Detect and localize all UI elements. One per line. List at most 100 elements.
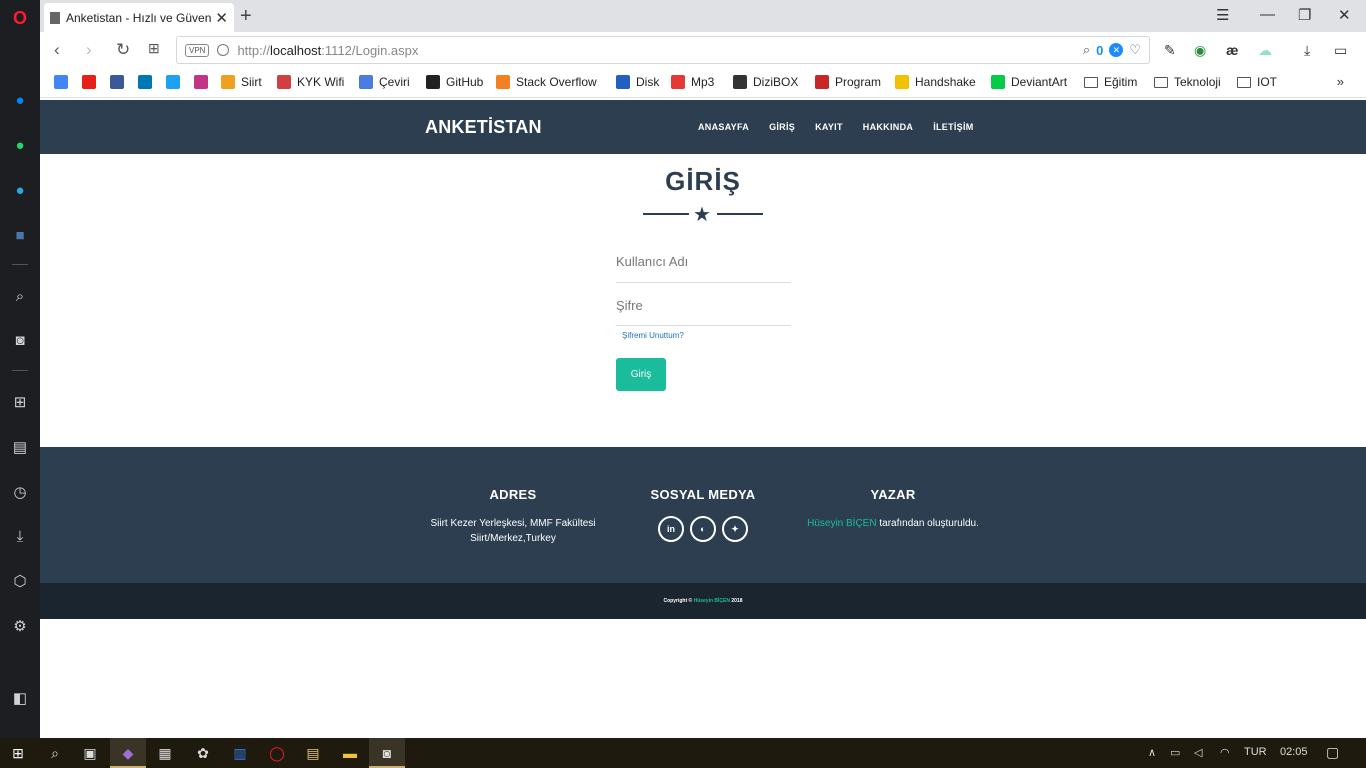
github-icon[interactable]: ◐: [690, 516, 716, 542]
url-prefix: http://: [237, 42, 270, 58]
login-button[interactable]: Giriş: [616, 358, 666, 391]
username-input[interactable]: [616, 250, 791, 273]
language-indicator[interactable]: TUR: [1244, 746, 1267, 758]
bookmark-favicon-icon: [194, 75, 208, 89]
author-link[interactable]: Hüseyin BİÇEN: [807, 518, 876, 529]
tab-title: Anketistan - Hızlı ve Güvenli Anket: [66, 10, 212, 25]
sidebar-toggle-icon[interactable]: ◧: [10, 688, 30, 708]
vk-icon[interactable]: ■: [10, 225, 30, 245]
photos-icon[interactable]: ◙: [378, 744, 396, 762]
bookmark-item[interactable]: Disk: [616, 75, 659, 89]
bookmark-heart-icon[interactable]: ♡: [1129, 42, 1141, 58]
bookmark-folder[interactable]: Eğitim: [1084, 75, 1137, 89]
trello-icon[interactable]: ▥: [231, 744, 249, 762]
store-icon[interactable]: ▦: [156, 744, 174, 762]
messenger-icon[interactable]: ●: [10, 90, 30, 110]
app-icon[interactable]: ✿: [194, 744, 212, 762]
nav-anasayfa[interactable]: ANASAYFA: [698, 122, 749, 132]
tab-active[interactable]: Anketistan - Hızlı ve Güvenli Anket ✕: [44, 3, 234, 32]
volume-icon[interactable]: ◁: [1194, 746, 1202, 759]
close-window-button[interactable]: ✕: [1338, 6, 1351, 24]
bookmark-item[interactable]: [82, 75, 102, 89]
bookmark-item[interactable]: [54, 75, 74, 89]
tab-menu-icon[interactable]: ☰: [1216, 6, 1229, 24]
bookmark-favicon-icon: [895, 75, 909, 89]
nav-iletisim[interactable]: İLETİŞİM: [933, 122, 973, 132]
bookmark-item[interactable]: GitHub: [426, 75, 483, 89]
notifications-icon[interactable]: ▢: [1326, 744, 1339, 761]
clock[interactable]: 02:05: [1280, 746, 1308, 758]
search-icon[interactable]: ⌕: [10, 286, 30, 306]
back-button[interactable]: ‹: [54, 40, 60, 60]
whatsapp-icon[interactable]: ●: [10, 135, 30, 155]
bookmark-item[interactable]: Handshake: [895, 75, 976, 89]
settings-gear-icon[interactable]: ⚙: [10, 616, 30, 636]
folder-label: IOT: [1257, 75, 1277, 89]
snapshot-icon[interactable]: ✎: [1164, 42, 1176, 59]
opera-logo-icon[interactable]: O: [10, 8, 30, 28]
tray-chevron-icon[interactable]: ∧: [1148, 746, 1156, 759]
social-title: SOSYAL MEDYA: [650, 487, 756, 502]
bookmark-item[interactable]: Program: [815, 75, 881, 89]
bookmark-item[interactable]: Çeviri: [359, 75, 410, 89]
address-bar[interactable]: VPN http://localhost:1112/Login.aspx ⌕ 0…: [176, 36, 1150, 64]
adblock-icon[interactable]: ✕: [1109, 43, 1124, 57]
history-icon[interactable]: ◷: [10, 482, 30, 502]
new-tab-button[interactable]: +: [240, 5, 252, 28]
bookmarks-more-icon[interactable]: »: [1337, 74, 1344, 89]
adblock-count[interactable]: 0: [1096, 43, 1103, 58]
copyright-bar: Copyright © Hüseyin BİÇEN 2018: [40, 583, 1366, 619]
visual-studio-icon[interactable]: ◆: [119, 744, 137, 762]
site-brand[interactable]: ANKETİSTAN: [425, 117, 542, 138]
nav-hakkinda[interactable]: HAKKINDA: [863, 122, 913, 132]
cloud-icon[interactable]: ☁: [1258, 42, 1272, 59]
bookmark-favicon-icon: [733, 75, 747, 89]
bookmark-folder[interactable]: IOT: [1237, 75, 1277, 89]
speed-dial-button[interactable]: ⊞: [148, 40, 160, 57]
wifi-icon[interactable]: ◠: [1220, 746, 1230, 759]
bookmark-item[interactable]: [194, 75, 214, 89]
camera-icon[interactable]: ◙: [10, 330, 30, 350]
opera-taskbar-icon[interactable]: ◯: [268, 744, 286, 762]
start-windows-icon[interactable]: ⊞: [9, 744, 27, 762]
earth-icon[interactable]: ◉: [1194, 42, 1206, 59]
linkedin-icon[interactable]: in: [658, 516, 684, 542]
twitter-icon[interactable]: ✦: [722, 516, 748, 542]
task-view-icon[interactable]: ▣: [81, 744, 99, 762]
speed-dial-icon[interactable]: ⊞: [10, 392, 30, 412]
notepad-icon[interactable]: ▤: [304, 744, 322, 762]
bookmark-item[interactable]: Stack Overflow: [496, 75, 597, 89]
bookmark-item[interactable]: Mp3: [671, 75, 714, 89]
bookmark-item[interactable]: [138, 75, 158, 89]
nav-giris[interactable]: GİRİŞ: [769, 122, 795, 132]
bookmark-item[interactable]: DiziBOX: [733, 75, 798, 89]
search-icon[interactable]: ⌕: [46, 744, 64, 762]
bookmark-item[interactable]: Siirt: [221, 75, 262, 89]
file-explorer-icon[interactable]: ▬: [341, 744, 359, 762]
battery-tray-icon[interactable]: ▭: [1170, 746, 1180, 759]
bookmark-favicon-icon: [221, 75, 235, 89]
maximize-button[interactable]: ❐: [1298, 6, 1311, 24]
extensions-icon[interactable]: ⬡: [10, 571, 30, 591]
bookmark-item[interactable]: DeviantArt: [991, 75, 1067, 89]
ae-icon[interactable]: æ: [1226, 42, 1238, 58]
vpn-badge[interactable]: VPN: [185, 43, 210, 57]
bookmark-item[interactable]: [110, 75, 130, 89]
search-icon[interactable]: ⌕: [1083, 42, 1090, 58]
nav-kayit[interactable]: KAYIT: [815, 122, 843, 132]
minimize-button[interactable]: —: [1260, 6, 1275, 23]
battery-icon[interactable]: ▭: [1334, 42, 1347, 59]
telegram-icon[interactable]: ●: [10, 180, 30, 200]
password-input[interactable]: [616, 294, 791, 317]
bookmark-folder[interactable]: Teknoloji: [1154, 75, 1221, 89]
news-icon[interactable]: ▤: [10, 437, 30, 457]
downloads-icon[interactable]: ⤓: [10, 526, 30, 546]
forgot-password-link[interactable]: Şifremi Unuttum?: [622, 331, 684, 340]
bookmark-item[interactable]: KYK Wifi: [277, 75, 344, 89]
copyright-name[interactable]: Hüseyin BİÇEN: [694, 598, 730, 604]
bookmark-item[interactable]: [166, 75, 186, 89]
forward-button[interactable]: ›: [86, 40, 92, 60]
close-tab-icon[interactable]: ✕: [215, 9, 228, 27]
reload-button[interactable]: ↻: [116, 40, 130, 60]
download-icon[interactable]: ⤓: [1304, 42, 1310, 59]
